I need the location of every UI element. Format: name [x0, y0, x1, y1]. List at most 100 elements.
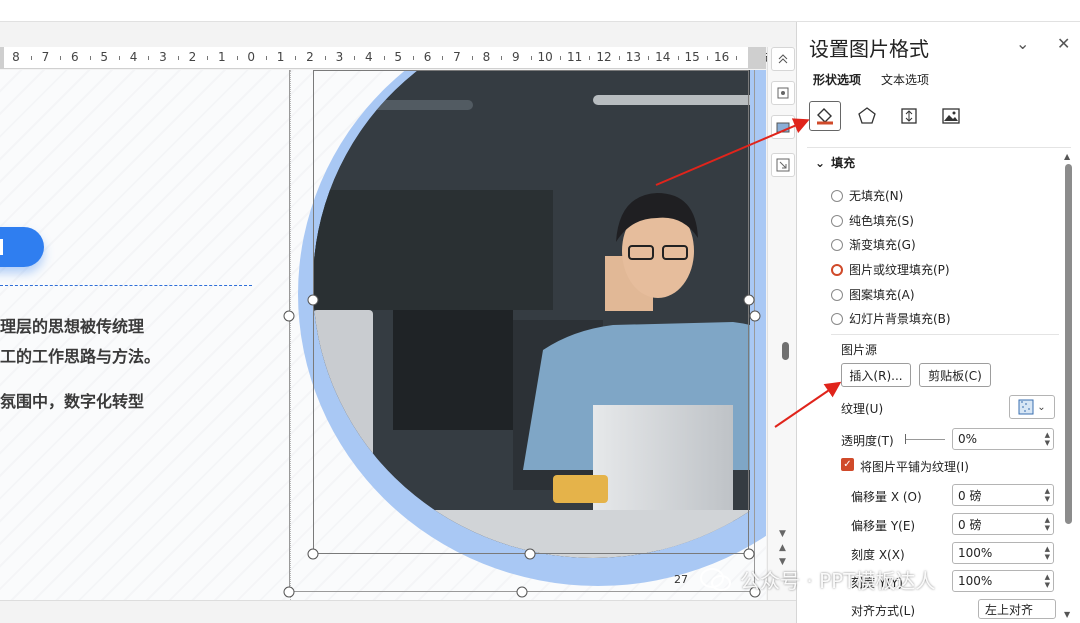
collapse-button[interactable]	[771, 47, 795, 71]
layer-button[interactable]	[771, 81, 795, 105]
title-pill-shape[interactable]	[0, 227, 44, 267]
effects-button[interactable]	[851, 101, 883, 131]
scale-y-field[interactable]: 100% ▲ ▼	[952, 570, 1054, 592]
ruler-tick	[736, 56, 738, 60]
group-handle-left[interactable]	[283, 310, 295, 322]
radio-button[interactable]	[831, 238, 843, 251]
resize-handle-bottom[interactable]	[524, 548, 536, 560]
ruler-tick	[589, 56, 591, 60]
ruler-tick	[118, 56, 120, 60]
picture-button[interactable]	[935, 101, 967, 131]
spin-arrows-icon[interactable]: ▲ ▼	[1045, 573, 1050, 589]
ruler-label: 5	[394, 50, 403, 64]
resize-handle-bottom-right[interactable]	[743, 548, 755, 560]
shape-fill-button[interactable]	[771, 115, 795, 139]
slide-text-line-3[interactable]: 氛围中，数字化转型	[0, 388, 144, 412]
transparency-label: 透明度(T)	[841, 434, 894, 448]
ruler-label: 4	[129, 50, 138, 64]
scroll-down-icon[interactable]: ▼	[1064, 610, 1070, 619]
size-properties-button[interactable]	[893, 101, 925, 131]
pane-title: 设置图片格式	[809, 37, 929, 61]
ruler-label: 9	[511, 50, 520, 64]
ruler-label: 8	[12, 50, 20, 64]
scroll-down-icon[interactable]: ▼	[779, 529, 786, 539]
resize-handle-left[interactable]	[307, 294, 319, 306]
pane-scrollbar[interactable]: ▲ ▼	[1063, 152, 1075, 620]
fill-option-gradient[interactable]: 渐变填充(G)	[831, 236, 916, 253]
insert-picture-button[interactable]: 插入(R)...	[841, 363, 911, 387]
ruler-label: 13	[625, 50, 642, 64]
alignment-select[interactable]: 左上对齐	[978, 599, 1056, 619]
transparency-slider[interactable]	[905, 439, 945, 440]
resize-handle-right[interactable]	[743, 294, 755, 306]
fill-line-button[interactable]	[809, 101, 841, 131]
offset-x-value: 0 磅	[958, 488, 982, 503]
ruler-tick	[207, 56, 209, 60]
ruler-tick	[265, 56, 267, 60]
fill-option-picture-texture[interactable]: 图片或纹理填充(P)	[831, 261, 950, 278]
radio-button[interactable]	[831, 312, 843, 325]
floating-side-toolbar: ▼ ▲ ▼	[767, 47, 796, 600]
ruler-label: 12	[596, 50, 612, 64]
fill-option-pattern[interactable]: 图案填充(A)	[831, 286, 915, 303]
ruler-tick	[442, 56, 444, 60]
top-strip	[0, 0, 1080, 22]
ruler-label: 1	[276, 50, 285, 64]
spin-arrows-icon[interactable]: ▲ ▼	[1045, 545, 1050, 561]
clipboard-button[interactable]: 剪贴板(C)	[919, 363, 991, 387]
shape-fill-icon	[776, 122, 790, 133]
close-icon[interactable]: ✕	[1057, 34, 1070, 53]
ruler-label: 8	[482, 50, 491, 64]
dashed-divider	[0, 285, 252, 286]
group-handle-bottom-left[interactable]	[283, 586, 295, 598]
transparency-slider-knob[interactable]	[905, 434, 906, 444]
ruler-label: 14	[655, 50, 671, 64]
fill-option-slide-background[interactable]: 幻灯片背景填充(B)	[831, 310, 951, 327]
size-properties-icon	[901, 108, 917, 124]
pane-options-chevron-down-icon[interactable]: ⌄	[1016, 34, 1029, 53]
alignment-value: 左上对齐	[985, 602, 1034, 617]
spin-arrows-icon[interactable]: ▲ ▼	[1045, 487, 1050, 503]
picture-selection-frame	[313, 70, 749, 554]
tile-label: 将图片平铺为纹理(I)	[860, 460, 969, 474]
crop-button[interactable]	[771, 153, 795, 177]
ruler-tick	[148, 56, 150, 60]
resize-handle-bottom-left[interactable]	[307, 548, 319, 560]
ruler-tick	[501, 56, 503, 60]
ruler-tick	[471, 56, 473, 60]
group-handle-right[interactable]	[749, 310, 761, 322]
fill-option-none[interactable]: 无填充(N)	[831, 187, 903, 204]
fill-section-header[interactable]: ⌄ 填充	[815, 154, 855, 171]
ruler-label: 11	[566, 50, 583, 64]
transparency-field[interactable]: 0% ▲ ▼	[952, 428, 1054, 450]
radio-button-checked[interactable]	[831, 263, 843, 276]
spin-arrows-icon[interactable]: ▲ ▼	[1045, 431, 1050, 447]
scale-x-field[interactable]: 100% ▲ ▼	[952, 542, 1054, 564]
tab-text-options[interactable]: 文本选项	[881, 71, 929, 88]
tile-checkbox[interactable]: ✓	[841, 458, 854, 471]
ruler-tick	[559, 56, 561, 60]
slide-text-line-1[interactable]: 理层的思想被传统理	[0, 313, 144, 337]
ruler-label: 2	[306, 50, 314, 64]
spin-arrows-icon[interactable]: ▲ ▼	[1045, 516, 1050, 532]
offset-y-field[interactable]: 0 磅 ▲ ▼	[952, 513, 1054, 535]
texture-picker[interactable]: ⌄	[1009, 395, 1055, 419]
ruler-label: 3	[159, 50, 167, 64]
tab-shape-options[interactable]: 形状选项	[813, 71, 861, 88]
group-handle-bottom[interactable]	[516, 586, 528, 598]
radio-button[interactable]	[831, 214, 843, 227]
slide-text-line-2[interactable]: 工的工作思路与方法。	[0, 343, 160, 367]
scroll-up-icon[interactable]: ▲	[1064, 152, 1070, 161]
offset-x-field[interactable]: 0 磅 ▲ ▼	[952, 484, 1054, 506]
fill-option-solid[interactable]: 纯色填充(S)	[831, 212, 914, 229]
pane-scrollbar-thumb[interactable]	[1065, 164, 1072, 524]
canvas-scrollbar-thumb[interactable]	[782, 342, 789, 360]
ruler-label: 7	[41, 50, 50, 64]
radio-button[interactable]	[831, 189, 843, 202]
picture-icon	[942, 108, 960, 124]
slide-canvas[interactable]: 理层的思想被传统理 工的工作思路与方法。 氛围中，数字化转型 27	[0, 70, 766, 600]
radio-button[interactable]	[831, 288, 843, 301]
chevron-up-double-icon	[778, 54, 788, 64]
prev-slide-icon[interactable]: ▲	[779, 543, 786, 553]
ruler-tick	[383, 56, 385, 60]
